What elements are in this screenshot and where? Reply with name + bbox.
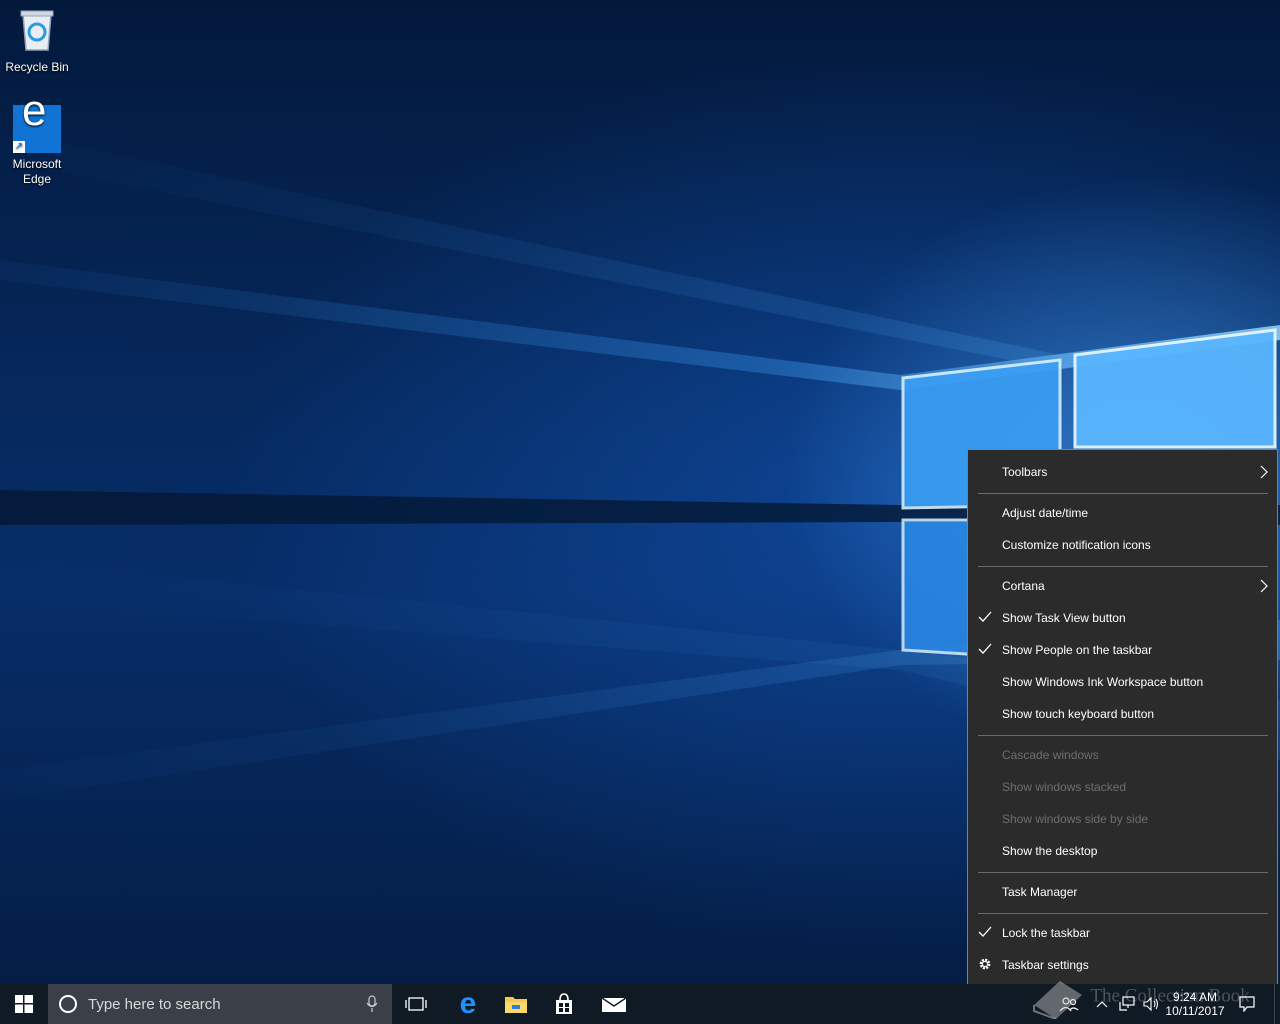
menu-separator	[978, 566, 1268, 567]
menu-item-label: Task Manager	[1002, 885, 1078, 899]
menu-item-label: Show Task View button	[1002, 611, 1126, 625]
recycle-bin-desktop-icon[interactable]: Recycle Bin	[0, 8, 74, 75]
menu-item-label: Show touch keyboard button	[1002, 707, 1155, 721]
menu-item-label: Show Windows Ink Workspace button	[1002, 675, 1204, 689]
menu-item-label: Lock the taskbar	[1002, 926, 1091, 940]
menu-item-cascade-windows: Cascade windows	[968, 739, 1277, 771]
menu-item-label: Show the desktop	[1002, 844, 1098, 858]
menu-item-cortana[interactable]: Cortana	[968, 570, 1277, 602]
menu-separator	[978, 913, 1268, 914]
mail-icon	[601, 997, 627, 1012]
taskbar-mail-button[interactable]	[590, 984, 638, 1024]
watermark: The Collection Book	[1030, 975, 1250, 1020]
checkmark-icon	[978, 611, 992, 622]
edge-icon: e ↗	[13, 89, 61, 153]
menu-item-lock-the-taskbar[interactable]: Lock the taskbar	[968, 917, 1277, 949]
search-box[interactable]: Type here to search	[48, 984, 392, 1024]
windows-logo-icon	[15, 995, 33, 1013]
menu-item-label: Customize notification icons	[1002, 538, 1151, 552]
cortana-icon	[59, 995, 77, 1013]
microsoft-edge-desktop-icon[interactable]: e ↗ Microsoft Edge	[0, 89, 74, 187]
search-placeholder: Type here to search	[88, 995, 221, 1013]
menu-item-customize-notification-icons[interactable]: Customize notification icons	[968, 529, 1277, 561]
menu-item-label: Cascade windows	[1002, 748, 1099, 762]
menu-item-label: Cortana	[1002, 579, 1045, 593]
chevron-right-icon	[1260, 465, 1268, 479]
store-icon	[556, 993, 572, 1014]
taskbar-edge-button[interactable]: e	[444, 984, 492, 1024]
menu-separator	[978, 493, 1268, 494]
recycle-bin-label: Recycle Bin	[5, 60, 69, 74]
menu-item-label: Show windows stacked	[1002, 780, 1127, 794]
checkmark-icon	[978, 926, 992, 937]
menu-item-show-the-desktop[interactable]: Show the desktop	[968, 835, 1277, 867]
taskbar-context-menu: Toolbars Adjust date/time Customize noti…	[967, 449, 1278, 989]
gear-icon	[979, 958, 991, 970]
recycle-bin-icon	[20, 10, 54, 51]
menu-item-task-manager[interactable]: Task Manager	[968, 876, 1277, 908]
menu-item-show-touch-keyboard-button[interactable]: Show touch keyboard button	[968, 698, 1277, 730]
menu-item-show-windows-side-by-side: Show windows side by side	[968, 803, 1277, 835]
microphone-icon[interactable]	[366, 995, 378, 1013]
edge-icon: e	[459, 987, 477, 1020]
menu-item-label: Show People on the taskbar	[1002, 643, 1153, 657]
menu-item-label: Toolbars	[1002, 465, 1048, 479]
show-desktop-button[interactable]	[1274, 984, 1280, 1024]
taskbar-file-explorer-button[interactable]	[492, 984, 540, 1024]
menu-separator	[978, 872, 1268, 873]
menu-item-label: Show windows side by side	[1002, 812, 1149, 826]
menu-item-show-windows-stacked: Show windows stacked	[968, 771, 1277, 803]
taskbar-store-button[interactable]	[540, 984, 588, 1024]
menu-separator	[978, 735, 1268, 736]
checkmark-icon	[978, 643, 992, 654]
menu-item-adjust-date-time[interactable]: Adjust date/time	[968, 497, 1277, 529]
task-view-icon	[405, 997, 427, 1011]
menu-item-toolbars[interactable]: Toolbars	[968, 456, 1277, 488]
folder-icon	[505, 997, 527, 1013]
menu-item-label: Adjust date/time	[1002, 506, 1089, 520]
menu-item-show-people-on-taskbar[interactable]: Show People on the taskbar	[968, 634, 1277, 666]
shortcut-arrow-icon: ↗	[13, 141, 25, 153]
start-button[interactable]	[0, 984, 48, 1024]
menu-item-show-windows-ink-workspace-button[interactable]: Show Windows Ink Workspace button	[968, 666, 1277, 698]
microsoft-edge-label: Microsoft Edge	[12, 157, 62, 186]
watermark-text: The Collection Book	[1090, 985, 1250, 1007]
book-logo-icon	[1033, 981, 1082, 1020]
chevron-right-icon	[1260, 579, 1268, 593]
menu-item-show-task-view-button[interactable]: Show Task View button	[968, 602, 1277, 634]
task-view-button[interactable]	[394, 984, 438, 1024]
menu-item-label: Taskbar settings	[1002, 958, 1089, 972]
